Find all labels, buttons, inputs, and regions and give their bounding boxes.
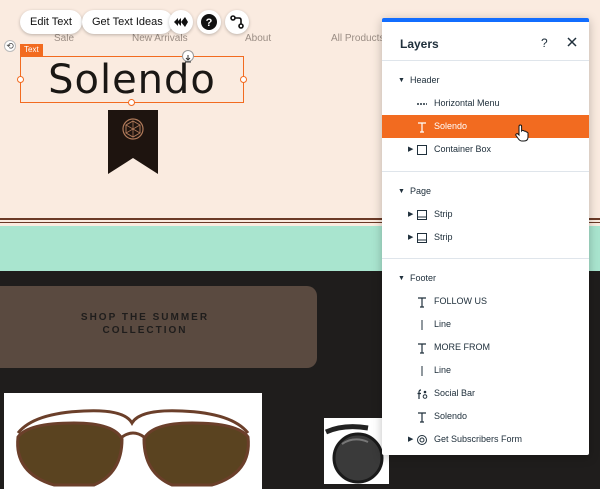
line-icon bbox=[421, 366, 423, 376]
caret-right-icon[interactable]: ▶ bbox=[408, 428, 413, 451]
nav-item-all-products[interactable]: All Products bbox=[331, 33, 384, 44]
layer-item-strip[interactable]: ▶ Strip bbox=[382, 203, 589, 226]
caret-down-icon[interactable]: ▼ bbox=[398, 69, 405, 92]
layers-panel-title: Layers bbox=[400, 37, 439, 51]
social-bar-icon bbox=[417, 389, 428, 399]
animation-button[interactable] bbox=[169, 10, 193, 34]
edit-text-button[interactable]: Edit Text bbox=[20, 10, 82, 34]
panel-help-icon[interactable]: ? bbox=[541, 36, 548, 50]
download-icon[interactable] bbox=[182, 50, 194, 63]
resize-handle-left[interactable] bbox=[17, 76, 24, 83]
layer-group-page[interactable]: ▼ Page bbox=[382, 180, 589, 203]
text-icon bbox=[418, 412, 426, 423]
form-icon bbox=[417, 435, 427, 445]
connect-icon bbox=[230, 15, 244, 29]
caret-right-icon[interactable]: ▶ bbox=[408, 138, 413, 161]
layer-item-social-bar[interactable]: Social Bar bbox=[382, 382, 589, 405]
nav-item-sale[interactable]: Sale bbox=[54, 33, 74, 44]
rotate-icon[interactable]: ⟲ bbox=[4, 40, 16, 52]
text-icon bbox=[418, 343, 426, 354]
layer-item-more-from[interactable]: MORE FROM bbox=[382, 336, 589, 359]
caret-down-icon[interactable]: ▼ bbox=[398, 180, 405, 203]
help-button[interactable]: ? bbox=[197, 10, 221, 34]
shop-summer-button-label: SHOP THE SUMMER COLLECTION bbox=[80, 312, 210, 336]
get-text-ideas-button[interactable]: Get Text Ideas bbox=[82, 10, 173, 34]
caret-right-icon[interactable]: ▶ bbox=[408, 203, 413, 226]
hand-cursor-icon bbox=[515, 124, 529, 142]
layer-item-solendo-selected[interactable]: Solendo bbox=[382, 115, 589, 138]
line-icon bbox=[421, 320, 423, 330]
text-icon bbox=[418, 122, 426, 133]
site-emblem-icon[interactable] bbox=[108, 110, 158, 174]
product-image-aviator[interactable] bbox=[4, 393, 262, 489]
menu-icon bbox=[417, 103, 427, 105]
layer-item-horizontal-menu[interactable]: Horizontal Menu bbox=[382, 92, 589, 115]
layer-group-footer[interactable]: ▼ Footer bbox=[382, 267, 589, 290]
layer-item-follow-us[interactable]: FOLLOW US bbox=[382, 290, 589, 313]
layer-item-get-subscribers-form[interactable]: ▶ Get Subscribers Form bbox=[382, 428, 589, 451]
text-icon bbox=[418, 297, 426, 308]
aviator-sunglasses-icon bbox=[16, 409, 250, 487]
nav-item-new-arrivals[interactable]: New Arrivals bbox=[132, 33, 188, 44]
layer-item-solendo[interactable]: Solendo bbox=[382, 405, 589, 428]
layer-item-container-box[interactable]: ▶ Container Box bbox=[382, 138, 589, 161]
strip-icon bbox=[417, 210, 427, 220]
resize-handle-bottom[interactable] bbox=[128, 99, 135, 106]
selection-type-tag: Text bbox=[20, 44, 43, 56]
close-icon[interactable] bbox=[565, 35, 579, 49]
layer-item-line[interactable]: Line bbox=[382, 359, 589, 382]
nav-item-about[interactable]: About bbox=[245, 33, 271, 44]
caret-right-icon[interactable]: ▶ bbox=[408, 226, 413, 249]
layer-group-header[interactable]: ▼ Header bbox=[382, 69, 589, 92]
selection-frame[interactable] bbox=[20, 56, 244, 103]
connect-button[interactable] bbox=[225, 10, 249, 34]
product-image-round[interactable] bbox=[324, 418, 389, 484]
box-icon bbox=[417, 145, 427, 155]
caret-down-icon[interactable]: ▼ bbox=[398, 267, 405, 290]
help-icon: ? bbox=[201, 14, 217, 30]
svg-text:?: ? bbox=[206, 17, 213, 29]
resize-handle-right[interactable] bbox=[240, 76, 247, 83]
layer-item-line[interactable]: Line bbox=[382, 313, 589, 336]
round-sunglasses-icon bbox=[324, 424, 384, 484]
layer-item-strip[interactable]: ▶ Strip bbox=[382, 226, 589, 249]
layers-panel: Layers ? ▼ Header Horizontal Menu Solend… bbox=[382, 18, 589, 455]
strip-icon bbox=[417, 233, 427, 243]
animation-icon bbox=[174, 17, 188, 27]
